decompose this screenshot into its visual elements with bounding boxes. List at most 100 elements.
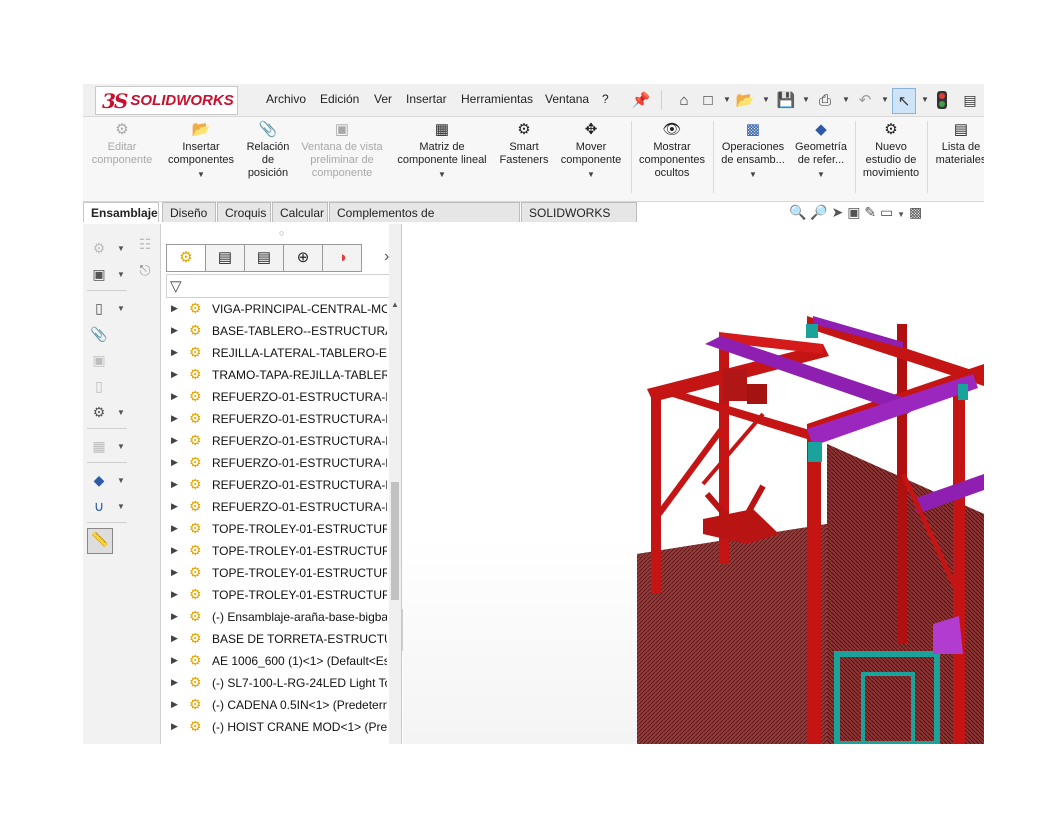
tree-node[interactable]: ▶ ⚙ REJILLA-LATERAL-TABLERO-ESTR — [161, 342, 391, 364]
section-view-icon[interactable]: ▣ — [847, 204, 860, 220]
vista-preliminar-componente-button[interactable]: ▣ Ventana de vista preliminar de compone… — [296, 121, 388, 180]
expand-arrow-icon[interactable]: ▶ — [171, 655, 178, 666]
relacion-de-posicion-button[interactable]: 📎 Relación de posición — [243, 121, 293, 180]
expand-arrow-icon[interactable]: ▶ — [171, 545, 178, 556]
tree-node[interactable]: ▶ ⚙ REFUERZO-01-ESTRUCTURA-PRIN — [161, 386, 391, 408]
chevron-down-icon[interactable]: ▼ — [117, 244, 125, 253]
chevron-down-icon[interactable]: ▼ — [897, 210, 905, 219]
chevron-down-icon[interactable]: ▼ — [921, 95, 929, 104]
tab-calcular[interactable]: Calcular — [272, 202, 328, 222]
insertar-componentes-button[interactable]: 📂 Insertar componentes ▼ — [163, 121, 239, 181]
previous-view-icon[interactable]: ➤ — [832, 204, 844, 220]
pattern-icon[interactable]: ▦ — [89, 436, 109, 456]
expand-arrow-icon[interactable]: ▶ — [171, 325, 178, 336]
tree-filter-bar[interactable]: ▽ — [166, 274, 398, 298]
mover-componente-button[interactable]: ✥ Mover componente ▼ — [555, 121, 627, 181]
undo-icon[interactable]: ↶ — [854, 88, 876, 112]
expand-arrow-icon[interactable]: ▶ — [171, 369, 178, 380]
expand-arrow-icon[interactable]: ▶ — [171, 435, 178, 446]
reference-icon[interactable]: ◆ — [89, 470, 109, 490]
preview-icon[interactable]: ▣ — [89, 350, 109, 370]
chevron-down-icon[interactable]: ▼ — [791, 168, 851, 181]
tree-node[interactable]: ▶ ⚙ TOPE-TROLEY-01-ESTRUCTURA-I — [161, 540, 391, 562]
configuration-manager-tab[interactable]: ▤ — [244, 244, 284, 272]
tree-node[interactable]: ▶ ⚙ TRAMO-TAPA-REJILLA-TABLERO — [161, 364, 391, 386]
expand-arrow-icon[interactable]: ▶ — [171, 303, 178, 314]
feature-manager-tab[interactable]: ⚙ — [166, 244, 206, 272]
box-icon[interactable]: ▯ — [89, 376, 109, 396]
solidworks-logo[interactable]: 3S SOLIDWORKS — [95, 86, 238, 115]
tree-node[interactable]: ▶ ⚙ REFUERZO-01-ESTRUCTURA-PRIN — [161, 496, 391, 518]
chevron-down-icon[interactable]: ▼ — [717, 168, 789, 181]
editar-componente-button[interactable]: ⚙ Editar componente — [87, 121, 157, 167]
window-icon[interactable]: ▣ — [89, 264, 109, 284]
measure-ruler-icon[interactable]: 📏 — [87, 528, 113, 554]
expand-arrow-icon[interactable]: ▶ — [171, 501, 178, 512]
pin-icon[interactable]: 📌 — [632, 88, 651, 112]
chevron-down-icon[interactable]: ▼ — [762, 95, 770, 104]
home-icon[interactable]: ⌂ — [673, 88, 695, 112]
tree-node[interactable]: ▶ ⚙ VIGA-PRINCIPAL-CENTRAL-MOD — [161, 298, 391, 320]
save-icon[interactable]: 💾 — [775, 88, 797, 112]
menu-edicion[interactable]: Edición — [320, 92, 359, 106]
select-cursor-icon[interactable]: ↖ — [892, 88, 916, 114]
graphics-viewport[interactable] — [403, 224, 984, 744]
step-icon[interactable]: ⎋ — [135, 260, 155, 280]
expand-arrow-icon[interactable]: ▶ — [171, 347, 178, 358]
zoom-to-fit-icon[interactable]: 🔍 — [789, 204, 806, 220]
tab-ensamblaje[interactable]: Ensamblaje — [83, 202, 159, 222]
tab-diseno[interactable]: Diseño — [162, 202, 216, 222]
chevron-down-icon[interactable]: ▼ — [723, 95, 731, 104]
expand-arrow-icon[interactable]: ▶ — [171, 589, 178, 600]
expand-arrow-icon[interactable]: ▶ — [171, 479, 178, 490]
tab-croquis[interactable]: Croquis — [217, 202, 271, 222]
tree-node[interactable]: ▶ ⚙ (-) HOIST CRANE MOD<1> (Pred — [161, 716, 391, 738]
property-manager-tab[interactable]: ▤ — [205, 244, 245, 272]
geometria-de-referencia-button[interactable]: ◆ Geometría de refer... ▼ — [791, 121, 851, 181]
chevron-down-icon[interactable]: ▼ — [881, 95, 889, 104]
dimxpert-tab[interactable]: ⊕ — [283, 244, 323, 272]
tree-node[interactable]: ▶ ⚙ (-) Ensamblaje-araña-base-bigba — [161, 606, 391, 628]
menu-ventana[interactable]: Ventana — [545, 92, 589, 106]
expand-arrow-icon[interactable]: ▶ — [171, 699, 178, 710]
display-mode-icon[interactable]: ▯ — [89, 298, 109, 318]
expand-arrow-icon[interactable]: ▶ — [171, 567, 178, 578]
chevron-down-icon[interactable]: ▼ — [163, 168, 239, 181]
chevron-down-icon[interactable]: ▼ — [117, 270, 125, 279]
curve-icon[interactable]: ∪ — [89, 496, 109, 516]
dynamic-annotation-icon[interactable]: ✎ — [864, 204, 876, 220]
new-document-icon[interactable]: □ — [699, 88, 717, 112]
operaciones-de-ensamblaje-button[interactable]: ▩ Operaciones de ensamb... ▼ — [717, 121, 789, 181]
menu-herramientas[interactable]: Herramientas — [461, 92, 533, 106]
expand-arrow-icon[interactable]: ▶ — [171, 633, 178, 644]
expand-arrow-icon[interactable]: ▶ — [171, 457, 178, 468]
lista-de-materiales-button[interactable]: ▤ Lista de materiales — [931, 121, 984, 167]
chevron-down-icon[interactable]: ▼ — [117, 408, 125, 417]
zoom-to-area-icon[interactable]: 🔎 — [810, 204, 827, 220]
tab-complementos[interactable]: Complementos de SOLIDWORKS — [329, 202, 520, 240]
tree-node[interactable]: ▶ ⚙ REFUERZO-01-ESTRUCTURA-PRIN — [161, 408, 391, 430]
menu-help[interactable]: ? — [602, 92, 609, 106]
expand-arrow-icon[interactable]: ▶ — [171, 677, 178, 688]
tree-scrollbar[interactable]: ▲ — [389, 224, 401, 744]
expand-arrow-icon[interactable]: ▶ — [171, 391, 178, 402]
chevron-down-icon[interactable]: ▼ — [555, 168, 627, 181]
expand-arrow-icon[interactable]: ▶ — [171, 721, 178, 732]
smart-fasteners-button[interactable]: ⚙ Smart Fasteners — [496, 121, 552, 167]
expand-arrow-icon[interactable]: ▶ — [171, 523, 178, 534]
open-folder-icon[interactable]: 📂 — [734, 88, 756, 112]
tree-node[interactable]: ▶ ⚙ TOPE-TROLEY-01-ESTRUCTURA-I — [161, 562, 391, 584]
component-icon[interactable]: ⚙ — [89, 238, 109, 258]
tree-node[interactable]: ▶ ⚙ BASE DE TORRETA-ESTRUCTURA- — [161, 628, 391, 650]
paperclip-icon[interactable]: 📎 — [89, 324, 109, 344]
chevron-down-icon[interactable]: ▼ — [117, 304, 125, 313]
expand-arrow-icon[interactable]: ▶ — [171, 413, 178, 424]
tree-hierarchy-icon[interactable]: ☷ — [135, 234, 155, 254]
menu-archivo[interactable]: Archivo — [266, 92, 306, 106]
explode-icon[interactable]: ⚙ — [89, 402, 109, 422]
tree-node[interactable]: ▶ ⚙ (-) CADENA 0.5IN<1> (Predetern — [161, 694, 391, 716]
tree-node[interactable]: ▶ ⚙ REFUERZO-01-ESTRUCTURA-PRIN — [161, 474, 391, 496]
mostrar-componentes-ocultos-button[interactable]: 👁 Mostrar componentes ocultos — [635, 121, 709, 180]
chevron-down-icon[interactable]: ▼ — [842, 95, 850, 104]
scroll-thumb[interactable] — [391, 482, 399, 600]
